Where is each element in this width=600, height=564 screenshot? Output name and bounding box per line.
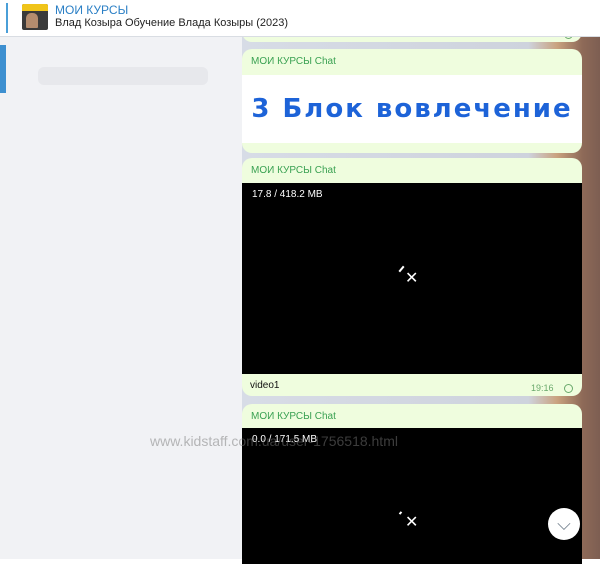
- message-bubble[interactable]: МОИ КУРСЫ Chat 17.8 / 418.2 MB ✕ video1 …: [242, 158, 582, 396]
- header-accent-bar: [6, 3, 8, 33]
- cancel-download-icon[interactable]: ✕: [405, 271, 418, 287]
- video-caption: video1: [250, 380, 280, 391]
- message-bubble[interactable]: МОИ КУРСЫ Chat 3 Блок вовлечение: [242, 49, 582, 153]
- loading-spinner-icon: [398, 511, 403, 515]
- cancel-download-icon[interactable]: ✕: [405, 515, 418, 531]
- sender-name[interactable]: МОИ КУРСЫ Chat: [251, 411, 336, 422]
- message-bubble[interactable]: МОИ КУРСЫ Chat 0.0 / 171.5 MB ✕: [242, 404, 582, 564]
- active-indicator: [0, 45, 6, 93]
- banner-image[interactable]: 3 Блок вовлечение: [242, 75, 582, 143]
- sender-name[interactable]: МОИ КУРСЫ Chat: [251, 165, 336, 176]
- channel-avatar[interactable]: [22, 4, 48, 30]
- watermark: www.kidstaff.com.ua/user-1756518.html: [150, 433, 398, 449]
- video-player[interactable]: 17.8 / 418.2 MB ✕: [242, 183, 582, 374]
- chat-header[interactable]: МОИ КУРСЫ Влад Козыра Обучение Влада Коз…: [0, 0, 600, 37]
- chevron-down-icon: ⌵: [557, 513, 571, 534]
- download-progress: 17.8 / 418.2 MB: [252, 189, 323, 200]
- banner-text: 3 Блок вовлечение: [251, 94, 573, 124]
- sender-name[interactable]: МОИ КУРСЫ Chat: [251, 56, 336, 67]
- clock-icon: [564, 384, 573, 393]
- channel-subtitle: Влад Козыра Обучение Влада Козыры (2023): [55, 17, 289, 29]
- blurred-chat-list: [10, 37, 242, 559]
- scroll-to-bottom-button[interactable]: ⌵: [548, 508, 580, 540]
- message-time: 19:16: [531, 383, 554, 393]
- left-edge-bar: [0, 37, 10, 559]
- channel-title[interactable]: МОИ КУРСЫ: [55, 3, 128, 17]
- loading-spinner-icon: [398, 265, 405, 273]
